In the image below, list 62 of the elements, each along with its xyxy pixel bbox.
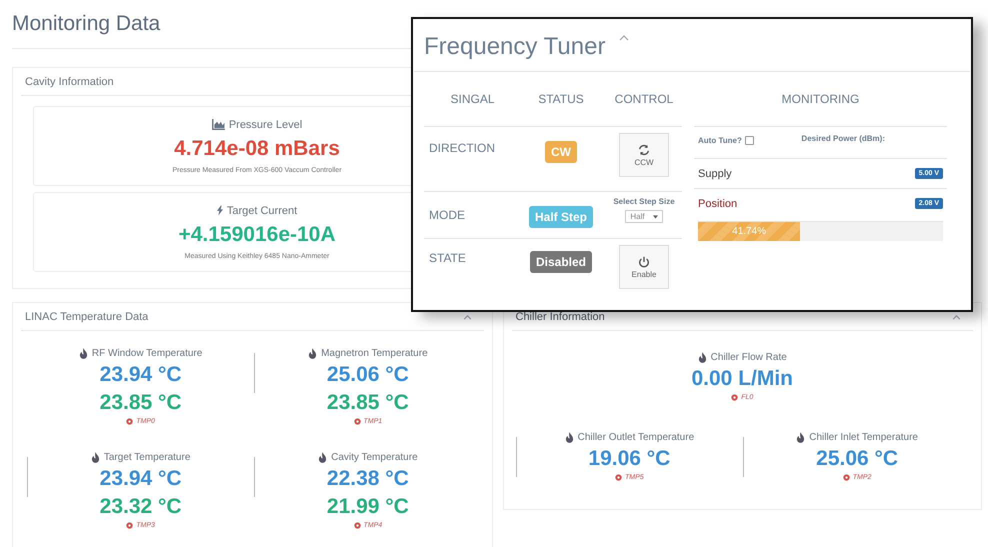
temperature-value: 19.06 °C — [588, 446, 670, 472]
status-badge: Half Step — [528, 206, 593, 228]
progress-label: 41.74% — [732, 226, 766, 237]
card-value: +4.159016e-10A — [178, 222, 336, 246]
temperature-value: 23.85 °C — [100, 390, 182, 416]
sensor-label: Magnetron Temperature — [321, 348, 428, 358]
sensor-label: Chiller Inlet Temperature — [809, 432, 918, 442]
temperature-value: 25.06 °C — [326, 362, 409, 388]
flame-icon — [796, 432, 806, 442]
card-label: Target Current — [226, 204, 298, 216]
flame-icon — [308, 348, 318, 358]
reading-label: Supply — [698, 168, 732, 180]
signal-label: DIRECTION — [428, 140, 496, 157]
flow-value: 0.00 L/Min — [691, 366, 794, 392]
panel-title: Cavity Information — [25, 76, 114, 88]
collapse-icon[interactable] — [619, 35, 630, 41]
status-badge: Disabled — [530, 251, 592, 273]
sensor-label: Cavity Temperature — [331, 452, 418, 462]
area-chart-icon — [212, 119, 225, 130]
collapse-icon[interactable] — [462, 314, 472, 320]
card-value: 4.714e-08 mBars — [174, 136, 340, 160]
column-header: CONTROL — [614, 91, 674, 106]
page-title: Monitoring Data — [12, 12, 160, 36]
temperature-value: 23.94 °C — [100, 362, 182, 388]
flame-icon — [698, 352, 707, 362]
status-badge: CW — [545, 141, 577, 163]
control-button[interactable]: Enable — [619, 245, 669, 289]
sensor-label: RF Window Temperature — [92, 348, 202, 358]
sensor-label: Chiller Flow Rate — [710, 352, 787, 362]
bolt-icon — [216, 205, 223, 216]
sensor-label: Chiller Outlet Temperature — [578, 432, 694, 442]
temperature-value: 25.06 °C — [816, 446, 898, 472]
temperature-value: 23.85 °C — [326, 390, 409, 416]
flame-icon — [90, 452, 100, 462]
signal-label: MODE — [428, 207, 466, 224]
panel-title: Frequency Tuner — [424, 33, 606, 61]
column-header: MONITORING — [782, 92, 860, 106]
select-label: Select Step Size — [613, 197, 675, 206]
dropdown-icon — [652, 214, 658, 218]
signal-label: STATE — [428, 250, 467, 267]
reading-label: Position — [698, 198, 738, 210]
flame-icon — [564, 432, 574, 442]
sensor-label: Target Temperature — [104, 452, 190, 462]
step-size-select[interactable]: Half — [625, 210, 663, 223]
temperature-value: 22.38 °C — [326, 466, 409, 492]
power-icon — [638, 256, 650, 268]
control-button[interactable]: CCW — [619, 133, 669, 177]
temperature-value: 21.99 °C — [326, 494, 409, 520]
checkbox-label: Auto Tune? — [698, 136, 742, 145]
panel-title: Chiller Information — [516, 311, 605, 323]
flame-icon — [78, 348, 88, 358]
card-label: Pressure Level — [228, 118, 302, 130]
refresh-icon — [638, 144, 650, 156]
column-header: STATUS — [537, 91, 585, 106]
temperature-value: 23.94 °C — [100, 466, 182, 492]
auto-tune-checkbox[interactable] — [744, 136, 754, 145]
field-label: Desired Power (dBm): — [801, 134, 885, 143]
column-header: SINGAL — [449, 91, 496, 106]
collapse-icon[interactable] — [952, 314, 961, 320]
flame-icon — [318, 452, 328, 462]
panel-title: LINAC Temperature Data — [25, 311, 148, 323]
temperature-value: 23.32 °C — [100, 494, 182, 520]
